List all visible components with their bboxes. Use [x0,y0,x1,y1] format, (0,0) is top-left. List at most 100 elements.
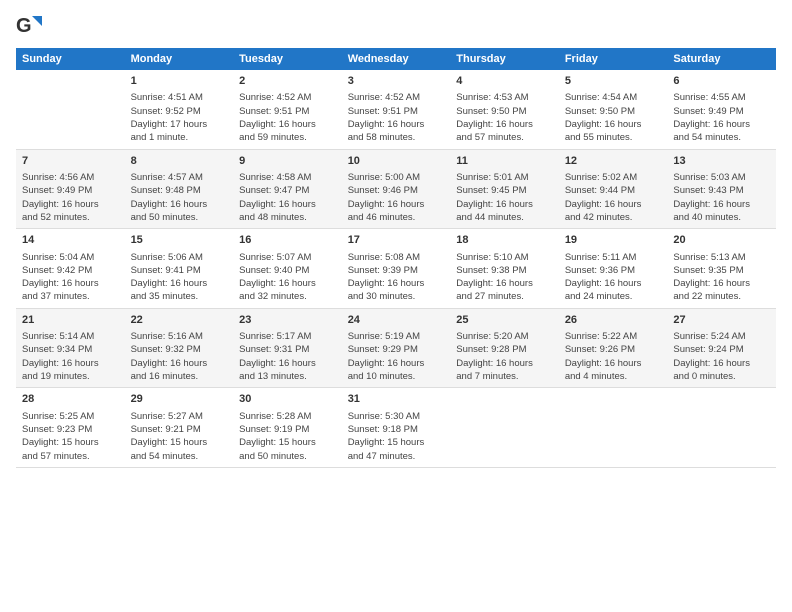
day-cell: 24 Sunrise: 5:19 AM Sunset: 9:29 PM Dayli… [342,308,451,388]
day-cell: 5Sunrise: 4:54 AM Sunset: 9:50 PM Daylig… [559,70,668,149]
logo: G [16,12,46,40]
day-number: 26 [565,313,662,328]
col-header-monday: Monday [125,48,234,70]
day-info: Sunrise: 5:06 AM Sunset: 9:41 PM Dayligh… [131,252,208,303]
day-info: Sunrise: 4:58 AM Sunset: 9:47 PM Dayligh… [239,172,316,223]
week-row-1: 1 Sunrise: 4:51 AM Sunset: 9:52 PM Daylig… [16,70,776,149]
day-number: 3 [348,74,445,89]
day-number: 13 [673,154,770,169]
day-info: Sunrise: 5:24 AM Sunset: 9:24 PM Dayligh… [673,331,750,382]
day-info: Sunrise: 5:28 AM Sunset: 9:19 PM Dayligh… [239,411,316,462]
day-number: 10 [348,154,445,169]
day-cell: 18 Sunrise: 5:10 AM Sunset: 9:38 PM Dayli… [450,229,559,309]
day-number: 21 [22,313,119,328]
day-number: 25 [456,313,553,328]
day-cell: 21 Sunrise: 5:14 AM Sunset: 9:34 PM Dayli… [16,308,125,388]
day-info: Sunrise: 5:19 AM Sunset: 9:29 PM Dayligh… [348,331,425,382]
day-cell [450,388,559,468]
day-number: 30 [239,392,336,407]
day-cell: 8 Sunrise: 4:57 AM Sunset: 9:48 PM Daylig… [125,149,234,229]
day-number: 6 [673,74,770,89]
day-info: Sunrise: 5:01 AM Sunset: 9:45 PM Dayligh… [456,172,533,223]
day-info: Sunrise: 5:30 AM Sunset: 9:18 PM Dayligh… [348,411,425,462]
day-cell: 6 Sunrise: 4:55 AM Sunset: 9:49 PM Daylig… [667,70,776,149]
day-info: Sunrise: 5:02 AM Sunset: 9:44 PM Dayligh… [565,172,642,223]
day-info: Sunrise: 5:13 AM Sunset: 9:35 PM Dayligh… [673,252,750,303]
week-row-5: 28 Sunrise: 5:25 AM Sunset: 9:23 PM Dayli… [16,388,776,468]
day-info: Sunrise: 5:25 AM Sunset: 9:23 PM Dayligh… [22,411,99,462]
day-number: 28 [22,392,119,407]
day-info: Sunrise: 5:17 AM Sunset: 9:31 PM Dayligh… [239,331,316,382]
day-info: Sunrise: 4:51 AM Sunset: 9:52 PM Dayligh… [131,92,208,143]
day-number: 18 [456,233,553,248]
week-row-2: 7 Sunrise: 4:56 AM Sunset: 9:49 PM Daylig… [16,149,776,229]
week-row-4: 21 Sunrise: 5:14 AM Sunset: 9:34 PM Dayli… [16,308,776,388]
day-cell: 27 Sunrise: 5:24 AM Sunset: 9:24 PM Dayli… [667,308,776,388]
col-header-friday: Friday [559,48,668,70]
day-info: Sunrise: 5:20 AM Sunset: 9:28 PM Dayligh… [456,331,533,382]
col-header-thursday: Thursday [450,48,559,70]
day-number: 7 [22,154,119,169]
header: G [16,12,776,40]
day-info: Sunrise: 4:54 AM Sunset: 9:50 PM Dayligh… [565,92,642,143]
day-cell: 20 Sunrise: 5:13 AM Sunset: 9:35 PM Dayli… [667,229,776,309]
calendar-header-row: SundayMondayTuesdayWednesdayThursdayFrid… [16,48,776,70]
day-number: 9 [239,154,336,169]
day-number: 29 [131,392,228,407]
day-cell: 31Sunrise: 5:30 AM Sunset: 9:18 PM Dayli… [342,388,451,468]
day-info: Sunrise: 5:10 AM Sunset: 9:38 PM Dayligh… [456,252,533,303]
day-number: 2 [239,74,336,89]
day-number: 22 [131,313,228,328]
logo-icon: G [16,12,44,40]
day-cell: 29 Sunrise: 5:27 AM Sunset: 9:21 PM Dayli… [125,388,234,468]
col-header-sunday: Sunday [16,48,125,70]
day-info: Sunrise: 4:52 AM Sunset: 9:51 PM Dayligh… [348,92,425,143]
day-number: 17 [348,233,445,248]
day-cell: 30 Sunrise: 5:28 AM Sunset: 9:19 PM Dayli… [233,388,342,468]
day-info: Sunrise: 5:11 AM Sunset: 9:36 PM Dayligh… [565,252,642,303]
col-header-saturday: Saturday [667,48,776,70]
day-number: 11 [456,154,553,169]
day-info: Sunrise: 5:16 AM Sunset: 9:32 PM Dayligh… [131,331,208,382]
day-info: Sunrise: 5:07 AM Sunset: 9:40 PM Dayligh… [239,252,316,303]
day-cell: 22 Sunrise: 5:16 AM Sunset: 9:32 PM Dayli… [125,308,234,388]
day-cell: 9 Sunrise: 4:58 AM Sunset: 9:47 PM Daylig… [233,149,342,229]
day-cell: 15Sunrise: 5:06 AM Sunset: 9:41 PM Dayli… [125,229,234,309]
day-info: Sunrise: 4:55 AM Sunset: 9:49 PM Dayligh… [673,92,750,143]
day-cell: 25 Sunrise: 5:20 AM Sunset: 9:28 PM Dayli… [450,308,559,388]
day-number: 14 [22,233,119,248]
day-cell: 13 Sunrise: 5:03 AM Sunset: 9:43 PM Dayli… [667,149,776,229]
day-number: 16 [239,233,336,248]
svg-text:G: G [16,15,32,37]
day-cell: 4Sunrise: 4:53 AM Sunset: 9:50 PM Daylig… [450,70,559,149]
day-info: Sunrise: 5:27 AM Sunset: 9:21 PM Dayligh… [131,411,208,462]
day-number: 23 [239,313,336,328]
day-info: Sunrise: 4:56 AM Sunset: 9:49 PM Dayligh… [22,172,99,223]
day-number: 20 [673,233,770,248]
day-info: Sunrise: 4:57 AM Sunset: 9:48 PM Dayligh… [131,172,208,223]
day-number: 24 [348,313,445,328]
day-info: Sunrise: 5:03 AM Sunset: 9:43 PM Dayligh… [673,172,750,223]
day-cell: 26 Sunrise: 5:22 AM Sunset: 9:26 PM Dayli… [559,308,668,388]
day-number: 19 [565,233,662,248]
day-info: Sunrise: 5:08 AM Sunset: 9:39 PM Dayligh… [348,252,425,303]
col-header-wednesday: Wednesday [342,48,451,70]
day-cell: 23 Sunrise: 5:17 AM Sunset: 9:31 PM Dayli… [233,308,342,388]
day-cell: 10 Sunrise: 5:00 AM Sunset: 9:46 PM Dayli… [342,149,451,229]
day-number: 1 [131,74,228,89]
day-number: 8 [131,154,228,169]
day-cell: 1 Sunrise: 4:51 AM Sunset: 9:52 PM Daylig… [125,70,234,149]
day-cell: 16 Sunrise: 5:07 AM Sunset: 9:40 PM Dayli… [233,229,342,309]
day-cell [16,70,125,149]
day-cell: 28 Sunrise: 5:25 AM Sunset: 9:23 PM Dayli… [16,388,125,468]
day-cell: 19 Sunrise: 5:11 AM Sunset: 9:36 PM Dayli… [559,229,668,309]
day-info: Sunrise: 5:00 AM Sunset: 9:46 PM Dayligh… [348,172,425,223]
calendar-table: SundayMondayTuesdayWednesdayThursdayFrid… [16,48,776,468]
day-info: Sunrise: 5:14 AM Sunset: 9:34 PM Dayligh… [22,331,99,382]
day-cell: 14Sunrise: 5:04 AM Sunset: 9:42 PM Dayli… [16,229,125,309]
day-cell [559,388,668,468]
day-cell: 2Sunrise: 4:52 AM Sunset: 9:51 PM Daylig… [233,70,342,149]
day-cell: 12Sunrise: 5:02 AM Sunset: 9:44 PM Dayli… [559,149,668,229]
day-number: 27 [673,313,770,328]
day-info: Sunrise: 5:22 AM Sunset: 9:26 PM Dayligh… [565,331,642,382]
